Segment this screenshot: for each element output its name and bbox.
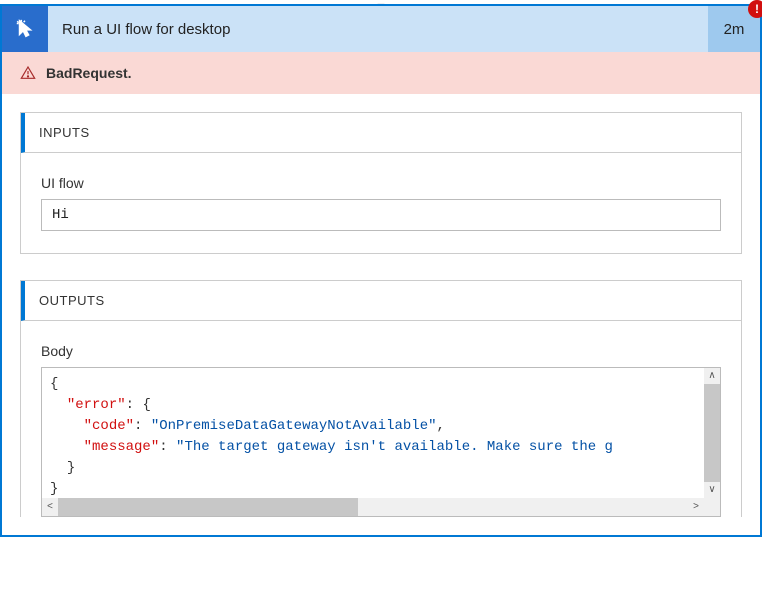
ui-flow-input[interactable] xyxy=(41,199,721,231)
ui-flow-label: UI flow xyxy=(41,175,721,191)
action-card: ! Run a UI flow for desktop 2m BadReques… xyxy=(0,4,762,537)
scroll-left-icon[interactable]: < xyxy=(42,498,58,516)
card-header[interactable]: Run a UI flow for desktop 2m xyxy=(2,6,760,52)
horizontal-scroll-thumb[interactable] xyxy=(58,498,358,516)
card-body: INPUTS UI flow OUTPUTS Body { "error": {… xyxy=(2,94,760,535)
outputs-panel-header: OUTPUTS xyxy=(21,281,741,321)
vertical-scroll-thumb[interactable] xyxy=(704,384,720,484)
scroll-down-icon[interactable]: ∨ xyxy=(704,482,720,498)
error-banner-text: BadRequest. xyxy=(46,65,132,81)
scroll-up-icon[interactable]: ∧ xyxy=(704,368,720,384)
card-title: Run a UI flow for desktop xyxy=(48,6,708,52)
scroll-right-icon[interactable]: > xyxy=(688,498,704,516)
error-badge-glyph: ! xyxy=(755,2,759,16)
inputs-panel: INPUTS UI flow xyxy=(20,112,742,254)
outputs-panel: OUTPUTS Body { "error": { "code": "OnPre… xyxy=(20,280,742,517)
body-json-content: { "error": { "code": "OnPremiseDataGatew… xyxy=(50,374,712,500)
error-banner: BadRequest. xyxy=(2,52,760,94)
ui-flow-cursor-icon xyxy=(2,6,48,52)
warning-triangle-icon xyxy=(20,65,36,81)
body-label: Body xyxy=(41,343,721,359)
inputs-panel-header: INPUTS xyxy=(21,113,741,153)
body-json-viewer[interactable]: { "error": { "code": "OnPremiseDataGatew… xyxy=(41,367,721,517)
error-badge[interactable]: ! xyxy=(748,0,762,18)
